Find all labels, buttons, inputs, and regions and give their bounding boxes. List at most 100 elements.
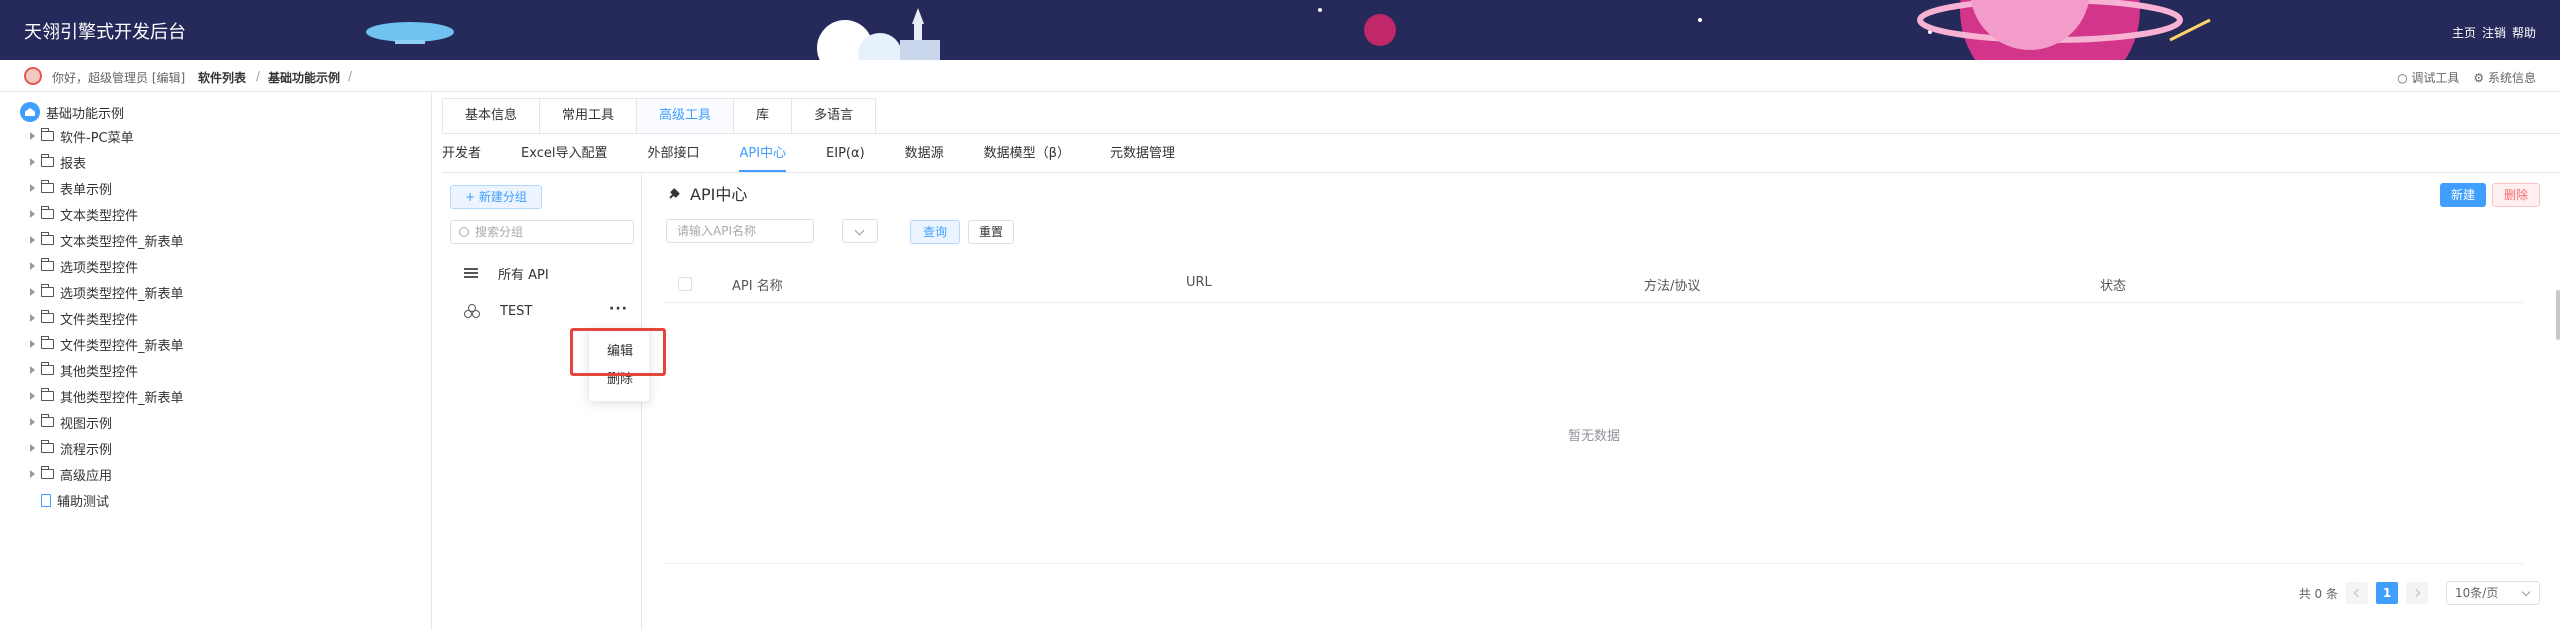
breadcrumb-separator: / bbox=[348, 69, 353, 83]
tree-item[interactable]: 文件类型控件 bbox=[30, 308, 138, 328]
tree-item[interactable]: 报表 bbox=[30, 152, 86, 172]
tree-item[interactable]: 选项类型控件_新表单 bbox=[30, 282, 184, 302]
tree-item[interactable]: 文件类型控件_新表单 bbox=[30, 334, 184, 354]
tree-item-file[interactable]: 辅助测试 bbox=[30, 490, 109, 510]
folder-icon bbox=[41, 362, 54, 375]
tab-common-tools[interactable]: 常用工具 bbox=[539, 98, 637, 134]
caret-right-icon[interactable] bbox=[30, 418, 35, 426]
secondary-tabs: 开发者 Excel导入配置 外部接口 API中心 EIP(α) 数据源 数据模型… bbox=[442, 142, 1175, 172]
tab-excel-import[interactable]: Excel导入配置 bbox=[521, 142, 607, 172]
select-all-checkbox[interactable] bbox=[678, 277, 692, 291]
tree-item[interactable]: 视图示例 bbox=[30, 412, 112, 432]
group-all-api[interactable]: 所有 API bbox=[464, 261, 634, 285]
caret-right-icon[interactable] bbox=[30, 262, 35, 270]
tree-item[interactable]: 表单示例 bbox=[30, 178, 112, 198]
breadcrumb-separator: / bbox=[256, 69, 261, 83]
group-search-input[interactable]: 搜索分组 bbox=[450, 220, 634, 244]
caret-right-icon[interactable] bbox=[30, 314, 35, 322]
help-link[interactable]: 帮助 bbox=[2512, 24, 2536, 41]
page-size-select[interactable]: 10条/页 bbox=[2446, 581, 2540, 605]
tab-multi-language[interactable]: 多语言 bbox=[791, 98, 877, 134]
reset-button[interactable]: 重置 bbox=[968, 220, 1014, 244]
top-header: 天翎引擎式开发后台 主页 注销 帮助 bbox=[0, 0, 2560, 60]
tab-datasource[interactable]: 数据源 bbox=[905, 142, 944, 172]
tree-root-label: 基础功能示例 bbox=[46, 106, 125, 122]
plug-icon bbox=[665, 183, 685, 203]
debug-icon: ○ bbox=[2397, 71, 2412, 85]
header-tools: ○ 调试工具 ⚙ 系统信息 bbox=[2397, 69, 2536, 86]
tree-item[interactable]: 选项类型控件 bbox=[30, 256, 138, 276]
caret-right-icon[interactable] bbox=[30, 470, 35, 478]
tab-metadata[interactable]: 元数据管理 bbox=[1110, 142, 1175, 172]
breadcrumb-software-list[interactable]: 软件列表 bbox=[198, 69, 246, 86]
caret-right-icon[interactable] bbox=[30, 392, 35, 400]
folder-icon bbox=[41, 128, 54, 141]
top-links: 主页 注销 帮助 bbox=[2452, 24, 2536, 41]
user-greeting[interactable]: 你好，超级管理员 [编辑] bbox=[52, 69, 185, 86]
tab-advanced-tools[interactable]: 高级工具 bbox=[636, 98, 734, 134]
api-search-input[interactable]: 请输入API名称 bbox=[666, 219, 814, 243]
breadcrumb-basic-demo[interactable]: 基础功能示例 bbox=[268, 69, 340, 86]
search-icon bbox=[459, 227, 469, 237]
folder-icon bbox=[41, 414, 54, 427]
tree-item[interactable]: 软件-PC菜单 bbox=[30, 126, 134, 146]
new-api-button[interactable]: 新建 bbox=[2440, 183, 2486, 207]
main-content: 基本信息 常用工具 高级工具 库 多语言 开发者 Excel导入配置 外部接口 … bbox=[432, 92, 2560, 630]
tree-root[interactable]: 基础功能示例 bbox=[20, 102, 124, 122]
caret-right-icon[interactable] bbox=[30, 210, 35, 218]
more-icon[interactable]: ··· bbox=[609, 301, 628, 317]
tree-item[interactable]: 文本类型控件 bbox=[30, 204, 138, 224]
folder-icon bbox=[41, 336, 54, 349]
menu-item-delete[interactable]: 删除 bbox=[589, 367, 651, 393]
tab-external-api[interactable]: 外部接口 bbox=[647, 142, 699, 172]
folder-icon bbox=[41, 284, 54, 297]
caret-right-icon[interactable] bbox=[30, 366, 35, 374]
tab-data-model[interactable]: 数据模型（β） bbox=[984, 142, 1070, 172]
debug-tools-link[interactable]: ○ 调试工具 bbox=[2397, 69, 2459, 86]
tree-item[interactable]: 其他类型控件 bbox=[30, 360, 138, 380]
logout-link[interactable]: 注销 bbox=[2482, 24, 2506, 41]
folder-icon bbox=[41, 388, 54, 401]
tree-item[interactable]: 高级应用 bbox=[30, 464, 112, 484]
gear-icon: ⚙ bbox=[2473, 71, 2488, 85]
file-icon bbox=[41, 493, 51, 507]
page-number[interactable]: 1 bbox=[2376, 582, 2398, 604]
home-link[interactable]: 主页 bbox=[2452, 24, 2476, 41]
new-group-button[interactable]: + 新建分组 bbox=[450, 185, 542, 209]
tree-item[interactable]: 流程示例 bbox=[30, 438, 112, 458]
api-filter-select[interactable] bbox=[842, 219, 878, 243]
menu-item-edit[interactable]: 编辑 bbox=[589, 339, 651, 365]
tab-basic-info[interactable]: 基本信息 bbox=[442, 98, 540, 134]
system-info-link[interactable]: ⚙ 系统信息 bbox=[2473, 69, 2536, 86]
caret-right-icon[interactable] bbox=[30, 288, 35, 296]
cluster-icon bbox=[464, 304, 480, 318]
tab-api-center[interactable]: API中心 bbox=[739, 142, 787, 172]
caret-right-icon[interactable] bbox=[30, 340, 35, 348]
tab-library[interactable]: 库 bbox=[733, 98, 792, 134]
group-item[interactable]: TEST ··· bbox=[464, 299, 634, 323]
column-status: 状态 bbox=[2100, 279, 2127, 294]
caret-right-icon[interactable] bbox=[30, 236, 35, 244]
folder-icon bbox=[41, 258, 54, 271]
api-panel: API中心 新建 删除 请输入API名称 查询 重置 API 名称 URL 方法… bbox=[664, 173, 2560, 630]
total-count: 共 0 条 bbox=[2298, 586, 2338, 601]
query-button[interactable]: 查询 bbox=[910, 220, 960, 244]
caret-right-icon[interactable] bbox=[30, 444, 35, 452]
delete-api-button[interactable]: 删除 bbox=[2492, 183, 2540, 207]
caret-right-icon[interactable] bbox=[30, 158, 35, 166]
caret-right-icon[interactable] bbox=[30, 184, 35, 192]
scrollbar[interactable] bbox=[2556, 290, 2560, 340]
avatar bbox=[24, 67, 42, 85]
tabs-divider bbox=[442, 133, 2560, 134]
tree-item[interactable]: 其他类型控件_新表单 bbox=[30, 386, 184, 406]
tree-item[interactable]: 文本类型控件_新表单 bbox=[30, 230, 184, 250]
folder-icon bbox=[41, 154, 54, 167]
api-table-header: API 名称 URL 方法/协议 状态 bbox=[664, 263, 2524, 303]
empty-state: 暂无数据 bbox=[1567, 429, 1620, 444]
pagination: 共 0 条 1 10条/页 bbox=[2299, 581, 2540, 605]
next-page-button[interactable] bbox=[2406, 582, 2428, 604]
prev-page-button[interactable] bbox=[2346, 582, 2368, 604]
tab-eip[interactable]: EIP(α) bbox=[826, 142, 865, 172]
tab-developer[interactable]: 开发者 bbox=[442, 142, 481, 172]
caret-right-icon[interactable] bbox=[30, 132, 35, 140]
